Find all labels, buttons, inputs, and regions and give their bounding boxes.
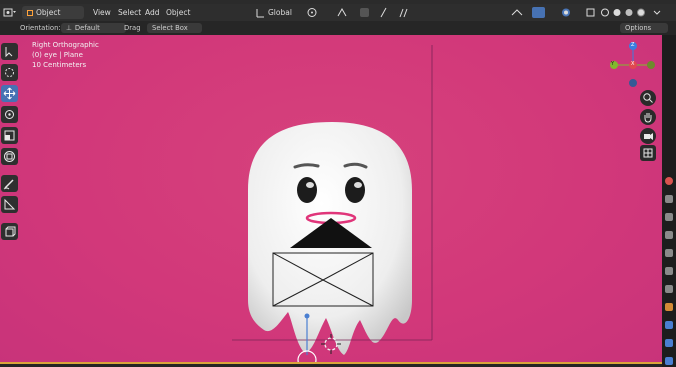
editor-type-icon[interactable] (3, 6, 17, 19)
orientation-icon: ⊥ (66, 24, 72, 32)
annotate-tool-button[interactable] (1, 175, 18, 192)
shading-material-icon[interactable] (624, 6, 634, 19)
output-tab-icon[interactable] (665, 231, 673, 239)
tool-tab-icon[interactable] (665, 195, 673, 203)
left-eye-highlight (306, 182, 314, 188)
overlay-icon[interactable] (560, 6, 574, 19)
properties-side-strip (662, 35, 676, 367)
scene-canvas (232, 42, 655, 367)
toolbar (1, 43, 20, 244)
move-gizmo-origin[interactable] (304, 313, 310, 319)
gizmo-toggle-icon[interactable] (532, 7, 545, 18)
world-tab-icon[interactable] (665, 285, 673, 293)
rotate-tool-button[interactable] (1, 106, 18, 123)
particles-tab-icon[interactable] (665, 339, 673, 347)
perspective-toggle-button[interactable] (640, 145, 656, 161)
measure-tool-button[interactable] (1, 196, 18, 213)
shading-rendered-icon[interactable] (636, 6, 646, 19)
camera-view-button[interactable] (640, 128, 656, 144)
modifier-tab-icon[interactable] (665, 321, 673, 329)
transform-tool-button[interactable] (1, 148, 18, 165)
move-tool-button[interactable] (1, 85, 18, 102)
transform-orientation-icon[interactable] (256, 6, 266, 19)
xray-icon[interactable] (586, 6, 596, 19)
right-eye (345, 177, 365, 203)
left-eye (297, 177, 317, 203)
select-tool-button[interactable] (1, 43, 18, 60)
shading-options-icon[interactable] (652, 6, 662, 19)
object-mode-icon (27, 10, 33, 16)
pivot-point-icon[interactable] (306, 6, 322, 19)
gizmo-z-label: Z (631, 42, 635, 48)
3d-viewport[interactable]: Right Orthographic (0) eye | Plane 10 Ce… (0, 35, 662, 367)
pan-view-button[interactable] (640, 109, 656, 125)
orientation-value: Default (74, 24, 100, 32)
render-tab-icon[interactable] (665, 213, 673, 221)
zoom-view-button[interactable] (640, 90, 656, 106)
add-cube-tool-button[interactable] (1, 223, 18, 240)
options-dropdown[interactable]: Options (620, 23, 668, 33)
mode-dropdown[interactable]: Object Mode (22, 6, 84, 30)
drag-dropdown[interactable]: Select Box (147, 23, 202, 33)
menu-add[interactable]: Add (145, 6, 160, 19)
right-eye-highlight (354, 182, 362, 188)
scene-tab-icon[interactable] (665, 267, 673, 275)
shading-solid-icon[interactable] (612, 6, 622, 19)
object-tab-icon[interactable] (665, 303, 673, 311)
orientation-label: Orientation: (20, 24, 61, 32)
timeline-strip[interactable] (0, 362, 662, 367)
gizmo-y-label: Y (611, 61, 615, 67)
options-label: Options (625, 24, 652, 32)
view-layer-tab-icon[interactable] (665, 249, 673, 257)
snap-toggle[interactable] (360, 8, 369, 17)
drag-value: Select Box (152, 24, 188, 32)
orientation-dropdown[interactable]: ⊥ Default (61, 23, 126, 33)
falloff-icon[interactable] (398, 6, 410, 19)
menu-select[interactable]: Select (118, 6, 141, 19)
snap-icon[interactable] (336, 6, 352, 19)
red-status-icon[interactable] (665, 177, 673, 185)
menu-object[interactable]: Object (166, 6, 190, 19)
tool-options-bar: Orientation: ⊥ Default Drag Select Box Op… (0, 21, 676, 35)
visibility-icon[interactable] (510, 6, 524, 19)
viewport-header: Object Mode View Select Add Object Globa… (0, 4, 676, 30)
transform-orientation-value[interactable]: Global (268, 6, 292, 19)
timeline-playhead-bar (0, 362, 662, 364)
proportional-edit-icon[interactable] (378, 6, 390, 19)
drag-label: Drag (124, 24, 141, 32)
menu-view[interactable]: View (93, 6, 111, 19)
shading-wireframe-icon[interactable] (600, 6, 610, 19)
physics-tab-icon[interactable] (665, 357, 673, 365)
cursor-tool-button[interactable] (1, 64, 18, 81)
scale-tool-button[interactable] (1, 127, 18, 144)
gizmo-x-label: X (631, 61, 635, 67)
